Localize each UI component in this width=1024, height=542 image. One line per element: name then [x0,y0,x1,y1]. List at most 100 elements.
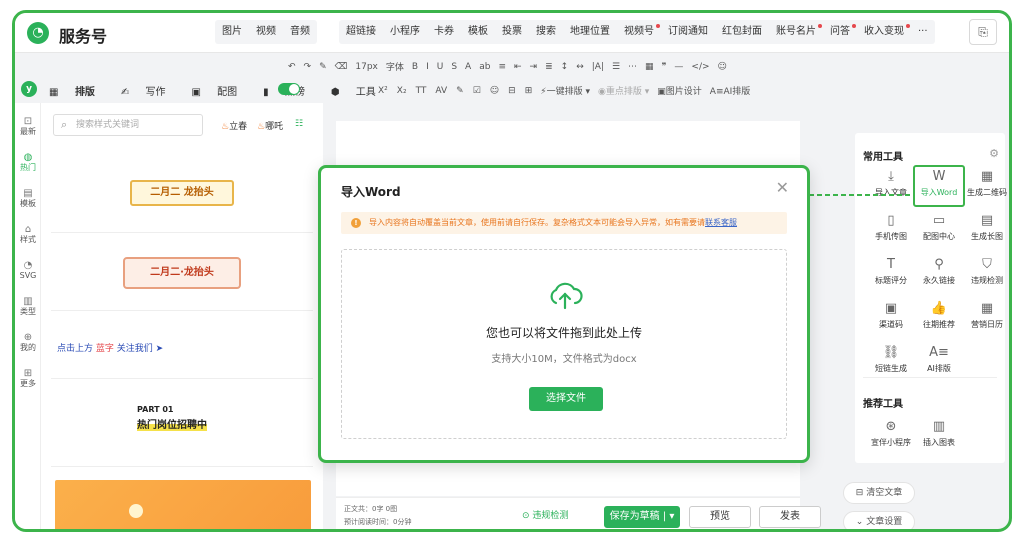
tool-picture[interactable]: ▭ 配图中心 [915,213,963,242]
toolbar-button[interactable]: ⋯ [628,62,637,72]
tab-3[interactable]: ▣ 配图 [192,83,251,98]
tab-5[interactable]: ⬢ 工具 [331,83,389,98]
rail-item[interactable]: ◍ 热门 [15,153,41,173]
toolbar-button[interactable]: ☺ [718,62,727,72]
toolbar-button[interactable]: ⇥ [530,62,538,72]
tool-calendar[interactable]: ▦ 营销日历 [963,301,1009,330]
rail-item[interactable]: ⊞ 更多 [15,369,41,389]
list-view-icon[interactable]: ☷ [295,119,303,129]
toolbar-button[interactable]: X₂ [397,86,407,96]
violation-check-link[interactable]: ⊙ 违规检测 [522,508,568,521]
toolbar-button[interactable]: ✎ [456,86,464,96]
tool-short-link[interactable]: ⛓ 短链生成 [867,345,915,374]
tool-long-image[interactable]: ▤ 生成长图 [963,213,1009,242]
nav-item[interactable]: 音频 [283,20,317,44]
toolbar-button[interactable]: ↔ [576,62,584,72]
nav-item[interactable]: 搜索 [529,20,563,44]
rail-item[interactable]: ▤ 模板 [15,189,41,209]
nav-item[interactable]: 超链接 [339,20,383,44]
template-card[interactable]: 二月二 龙抬头 [51,145,313,233]
tab-2[interactable]: ✍ 写作 [121,83,179,98]
rail-item[interactable]: ⊕ 我的 [15,333,41,353]
tool-link[interactable]: ⚲ 永久链接 [915,257,963,286]
preview-button[interactable]: 预览 [689,506,751,528]
toolbar-button[interactable]: ≡ [498,62,506,72]
tool-mini-program[interactable]: ⊛ 宣伴小程序 [867,419,915,448]
nav-item[interactable]: 收入变现 [857,20,911,44]
toolbar-button[interactable]: ☺ [490,86,499,96]
toolbar-button[interactable]: TT [416,86,427,96]
nav-item[interactable]: 订阅通知 [661,20,715,44]
toolbar-button[interactable]: U [437,62,444,72]
one-click-layout-button[interactable]: ⚡一键排版 ▾ [540,84,590,97]
save-draft-button[interactable]: 保存为草稿 | ▾ [604,506,680,528]
toolbar-button[interactable]: A [465,62,471,72]
mode-toggle[interactable] [278,83,300,95]
ai-layout-button[interactable]: A≡AI排版 [710,84,751,97]
template-search-input[interactable]: 搜索样式关键词 [53,114,203,136]
template-card-image[interactable] [55,480,311,529]
toolbar-button[interactable]: ▦ [645,62,654,72]
article-settings-button[interactable]: ⌄ 文章设置 [843,511,915,529]
file-drop-zone[interactable]: 您也可以将文件拖到此处上传 支持大小10M，文件格式为docx 选择文件 [341,249,787,439]
nav-item[interactable]: 模板 [461,20,495,44]
toolbar-button[interactable]: ⇤ [514,62,522,72]
toolbar-button[interactable]: ☑ [473,86,481,96]
rail-item[interactable]: ⌂ 样式 [15,225,41,245]
toolbar-button[interactable]: ⊟ [508,86,516,96]
rail-item[interactable]: ▥ 类型 [15,297,41,317]
nav-item[interactable]: 视频 [249,20,283,44]
nav-item[interactable]: 小程序 [383,20,427,44]
template-card[interactable]: PART 01 热门岗位招聘中 [51,379,313,467]
toolbar-button[interactable]: ↷ [304,62,312,72]
nav-item[interactable]: 地理位置 [563,20,617,44]
toolbar-button[interactable]: 字体 [386,60,404,73]
toolbar-button[interactable]: ↕ [561,62,569,72]
nav-item[interactable]: 账号名片 [769,20,823,44]
contact-support-link[interactable]: 联系客服 [705,218,737,227]
toolbar-button[interactable]: ⊞ [525,86,533,96]
toolbar-button[interactable]: ☰ [612,62,620,72]
toolbar-button[interactable]: ≣ [545,62,553,72]
rail-item[interactable]: ⊡ 最新 [15,117,41,137]
toolbar-button[interactable]: AV [435,86,447,96]
nav-item[interactable]: 红包封面 [715,20,769,44]
nav-item[interactable]: 投票 [495,20,529,44]
nav-item[interactable]: 视频号 [617,20,661,44]
toolbar-button[interactable]: ❞ [662,62,667,72]
tool-title[interactable]: T 标题评分 [867,257,915,286]
template-card[interactable]: 点击上方 蓝字 关注我们 ➤ [51,311,313,379]
tool-channel-code[interactable]: ▣ 渠道码 [867,301,915,330]
tool-ai-layout[interactable]: A≡ AI排版 [915,345,963,374]
nav-item[interactable]: 卡券 [427,20,461,44]
nav-item[interactable]: 图片 [215,20,249,44]
toolbar-button[interactable]: |A| [592,62,604,72]
document-icon[interactable]: ⎘ [969,19,997,45]
choose-file-button[interactable]: 选择文件 [529,387,603,411]
tag-lichun[interactable]: ♨立春 [221,119,247,132]
settings-gear-icon[interactable]: ⚙ [989,147,999,160]
toolbar-button[interactable]: B [412,62,418,72]
toolbar-button[interactable]: I [426,62,429,72]
tool-shield[interactable]: ⛉ 违规检测 [963,257,1009,286]
toolbar-button[interactable]: ✎ [319,62,327,72]
toolbar-button[interactable]: — [674,62,683,72]
tag-nezha[interactable]: ♨哪吒 [257,119,283,132]
tool-chart[interactable]: ▥ 插入图表 [915,419,963,448]
rail-item[interactable]: ◔ SVG [15,261,41,281]
tool-thumbs-up[interactable]: 👍 往期推荐 [915,301,963,330]
publish-button[interactable]: 发表 [759,506,821,528]
clear-article-button[interactable]: ⊟ 清空文章 [843,482,915,504]
style-layout-button[interactable]: ◉重点排版 ▾ [598,84,649,97]
toolbar-button[interactable]: 17px [355,62,378,72]
toolbar-button[interactable]: </> [691,62,709,72]
tool-qrcode[interactable]: ▦ 生成二维码 [963,169,1009,198]
image-design-button[interactable]: ▣图片设计 [657,84,702,97]
template-card[interactable]: 二月二·龙抬头 [51,233,313,311]
nav-item[interactable]: ··· [911,20,935,44]
toolbar-button[interactable]: ↶ [288,62,296,72]
nav-item[interactable]: 问答 [823,20,857,44]
tab-1[interactable]: ▦ 排版 [49,83,108,98]
toolbar-button[interactable]: S [451,62,457,72]
close-icon[interactable]: ✕ [776,178,789,197]
